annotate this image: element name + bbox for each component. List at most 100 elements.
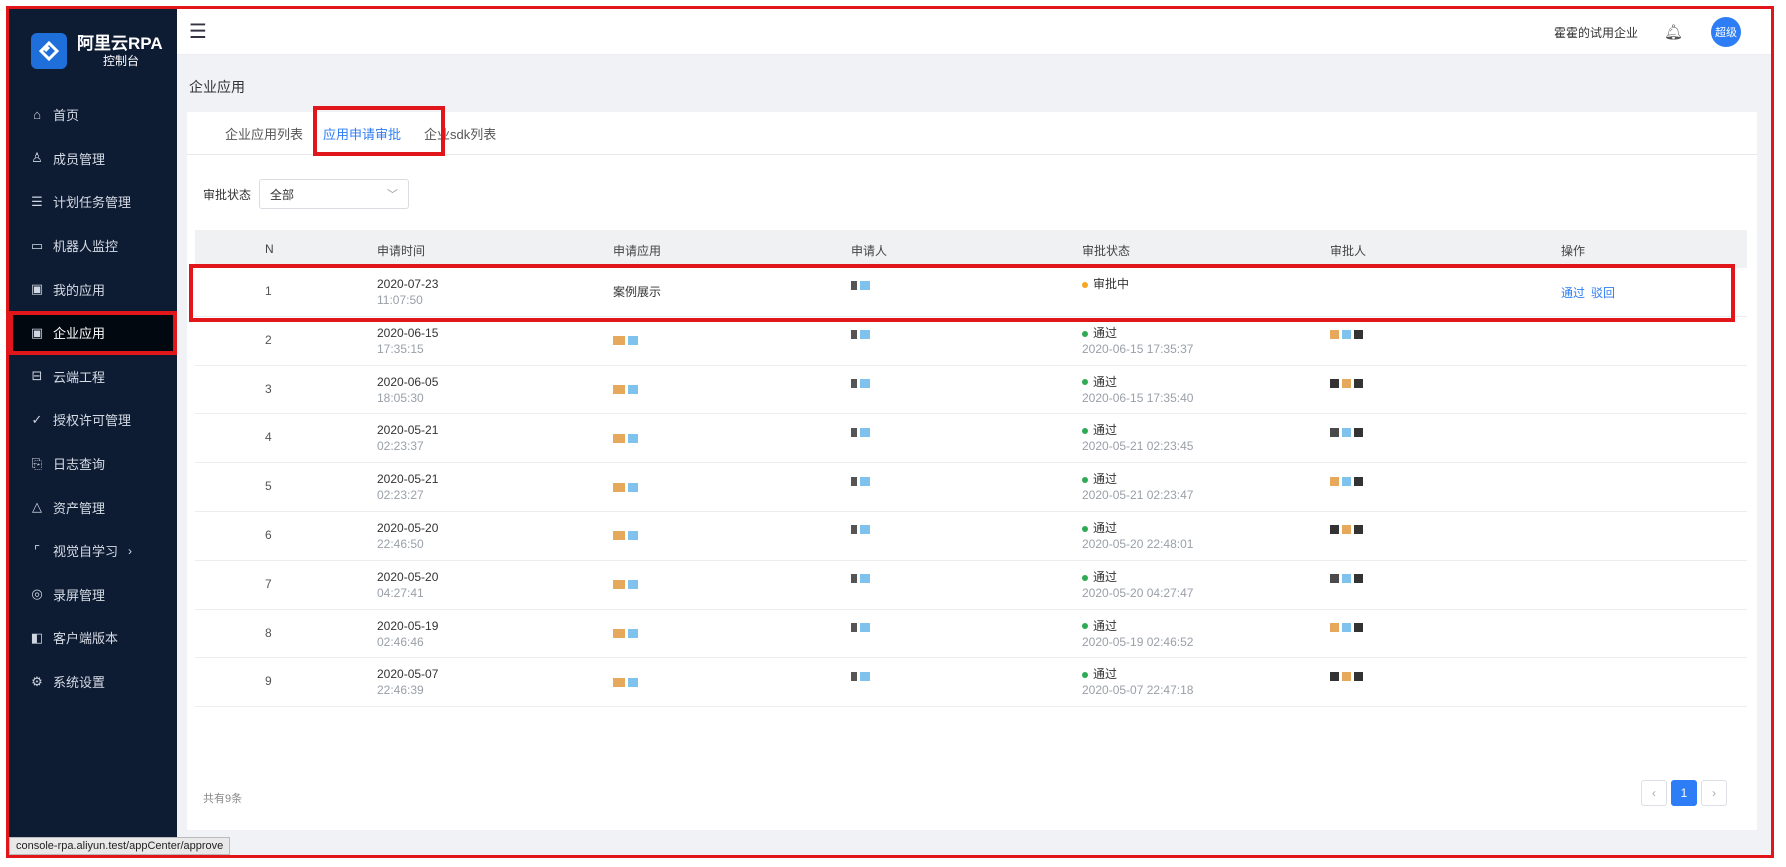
- status-url: console-rpa.aliyun.test/appCenter/approv…: [9, 837, 231, 855]
- page-title: 企业应用: [189, 79, 245, 95]
- app-name-redacted: [613, 528, 641, 542]
- app-name-redacted: [613, 577, 641, 591]
- status-time: 2020-05-19 02:46:52: [1082, 634, 1194, 649]
- apply-date: 2020-05-19: [377, 618, 439, 633]
- approve-status: 审批中: [1082, 276, 1129, 292]
- apply-time: 2020-05-20 04:27:41: [377, 569, 438, 601]
- status-time: 2020-05-20 22:48:01: [1082, 537, 1194, 551]
- sidebar-item-2[interactable]: ☰ 计划任务管理: [9, 180, 177, 224]
- row-index: 9: [265, 674, 272, 689]
- apply-time: 2020-07-23 11:07:50: [377, 276, 438, 308]
- sidebar-item-label: 日志查询: [53, 457, 106, 473]
- approve-button[interactable]: 通过: [1561, 286, 1585, 300]
- brand[interactable]: 阿里云RPA 控制台: [9, 9, 177, 93]
- approver-redacted: [1330, 327, 1366, 341]
- reject-button[interactable]: 驳回: [1591, 286, 1615, 300]
- collapse-menu-icon[interactable]: ☰: [189, 19, 207, 44]
- app-name-redacted: [613, 674, 641, 688]
- row-index: 4: [265, 430, 272, 445]
- status-dot: [1082, 525, 1088, 532]
- sidebar-item-4[interactable]: ▣ 我的应用: [9, 267, 177, 311]
- sidebar-item-8[interactable]: ⎘ 日志查询: [9, 442, 177, 486]
- logo-icon: [31, 33, 67, 69]
- sidebar-menu: ⌂ 首页 ♙ 成员管理 ☰ 计划任务管理 ▭ 机器人监控 ▣ 我的应用 ▣ 企业应用 ⊟ 云端工程 ✓ 授权许…: [9, 93, 177, 703]
- settings-icon: ⚙: [31, 673, 43, 689]
- license-icon: ✓: [31, 411, 43, 427]
- next-page-button[interactable]: ›: [1701, 780, 1727, 806]
- status-dot: [1082, 623, 1088, 630]
- status-dot: [1082, 672, 1088, 679]
- log-icon: ⎘: [31, 455, 43, 471]
- sidebar-item-label: 客户端版本: [53, 631, 119, 647]
- approve-status: 通过 2020-06-15 17:35:40: [1082, 374, 1193, 406]
- filter-label: 审批状态: [203, 187, 252, 202]
- row-index: 8: [265, 625, 272, 640]
- sidebar-item-5[interactable]: ▣ 企业应用: [9, 310, 177, 355]
- status-time: 2020-06-15 17:35:40: [1082, 390, 1194, 405]
- status-dot: [1082, 379, 1088, 386]
- apply-time: 2020-05-21 02:23:37: [377, 422, 438, 454]
- sidebar-item-13[interactable]: ⚙ 系统设置: [9, 660, 177, 704]
- sidebar-item-11[interactable]: ◎ 录屏管理: [9, 573, 177, 617]
- status-time: 2020-05-20 04:27:47: [1082, 585, 1194, 600]
- th-op: 操作: [1561, 244, 1586, 258]
- apply-date: 2020-07-23: [377, 277, 439, 291]
- applicant-redacted: [851, 668, 873, 682]
- apply-clock: 18:05:30: [377, 390, 424, 405]
- apply-date: 2020-05-20: [377, 569, 439, 584]
- th-time: 申请时间: [377, 244, 426, 258]
- approve-status: 通过 2020-05-07 22:47:18: [1082, 666, 1193, 698]
- table-row: 7 2020-05-20 04:27:41 通过 2020-05-20 04:2…: [195, 561, 1747, 610]
- th-status: 审批状态: [1082, 244, 1131, 258]
- prev-page-button[interactable]: ‹: [1641, 780, 1667, 806]
- row-index: 5: [265, 479, 272, 494]
- sidebar-item-3[interactable]: ▭ 机器人监控: [9, 224, 177, 268]
- list-icon: ☰: [31, 193, 43, 209]
- apply-time: 2020-05-20 22:46:50: [377, 520, 438, 552]
- apply-clock: 02:23:37: [377, 439, 424, 454]
- sidebar-item-12[interactable]: ◧ 客户端版本: [9, 616, 177, 660]
- applicant-redacted: [851, 571, 873, 585]
- sidebar-item-6[interactable]: ⊟ 云端工程: [9, 355, 177, 399]
- monitor-icon: ▭: [30, 237, 44, 253]
- sidebar-item-0[interactable]: ⌂ 首页: [9, 93, 177, 137]
- app-name-redacted: [613, 382, 641, 396]
- apply-clock: 17:35:15: [377, 341, 424, 356]
- approver-redacted: [1330, 620, 1366, 634]
- apply-clock: 02:46:46: [377, 634, 424, 649]
- apply-clock: 02:23:27: [377, 488, 424, 503]
- chevron-down-icon: ﹀: [387, 189, 399, 201]
- app-name-redacted: [613, 626, 641, 640]
- row-index: 3: [265, 381, 272, 396]
- avatar[interactable]: 超级: [1711, 17, 1741, 47]
- approver-redacted: [1330, 522, 1366, 536]
- apply-time: 2020-06-15 17:35:15: [377, 325, 438, 357]
- users-icon: ♙: [31, 150, 43, 166]
- apply-time: 2020-05-21 02:23:27: [377, 471, 438, 503]
- apply-date: 2020-05-21: [377, 472, 439, 487]
- sidebar-item-7[interactable]: ✓ 授权许可管理: [9, 398, 177, 442]
- approver-redacted: [1330, 473, 1366, 487]
- tab-app-list[interactable]: 企业应用列表: [225, 124, 303, 143]
- status-time: 2020-05-21 02:23:45: [1082, 439, 1194, 454]
- apply-time: 2020-05-07 22:46:39: [377, 666, 438, 698]
- top-header: ☰ 霍霍的试用企业 🔔︎ 超级: [177, 9, 1771, 55]
- company-switcher[interactable]: 霍霍的试用企业: [1554, 24, 1638, 41]
- approve-status: 通过 2020-05-20 22:48:01: [1082, 520, 1193, 552]
- th-applicant: 申请人: [851, 244, 888, 258]
- sidebar-item-label: 我的应用: [53, 282, 106, 298]
- sidebar-item-1[interactable]: ♙ 成员管理: [9, 137, 177, 181]
- approve-status: 通过 2020-05-21 02:23:47: [1082, 471, 1193, 503]
- sidebar-item-label: 授权许可管理: [53, 413, 132, 429]
- status-time: 2020-06-15 17:35:37: [1082, 341, 1194, 356]
- page-1-button[interactable]: 1: [1671, 780, 1697, 806]
- status-select[interactable]: 全部 ﹀: [259, 179, 410, 209]
- table-row: 2 2020-06-15 17:35:15 通过 2020-06-15 17:3…: [195, 317, 1747, 366]
- sidebar-item-10[interactable]: ⌜ 视觉自学习 ›: [9, 529, 177, 573]
- apply-clock: 11:07:50: [377, 293, 423, 307]
- approve-status: 通过 2020-05-21 02:23:45: [1082, 422, 1193, 454]
- sidebar-item-9[interactable]: △ 资产管理: [9, 485, 177, 529]
- table-row: 9 2020-05-07 22:46:39 通过 2020-05-07 22:4…: [195, 658, 1747, 708]
- bell-icon[interactable]: 🔔︎: [1664, 23, 1683, 41]
- client-icon: ◧: [30, 629, 44, 645]
